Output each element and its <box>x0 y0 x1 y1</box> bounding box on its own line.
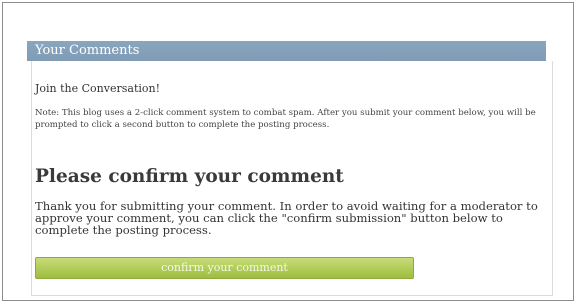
confirm-heading: Please confirm your comment <box>35 166 344 187</box>
thank-you-text: Thank you for submitting your comment. I… <box>35 199 538 237</box>
spam-note: Note: This blog uses a 2-click comment s… <box>35 108 536 130</box>
section-header-title: Your Comments <box>35 43 140 58</box>
confirm-comment-button[interactable]: confirm your comment <box>35 257 414 279</box>
intro-text: Join the Conversation! <box>35 82 161 95</box>
section-header: Your Comments <box>27 41 546 61</box>
